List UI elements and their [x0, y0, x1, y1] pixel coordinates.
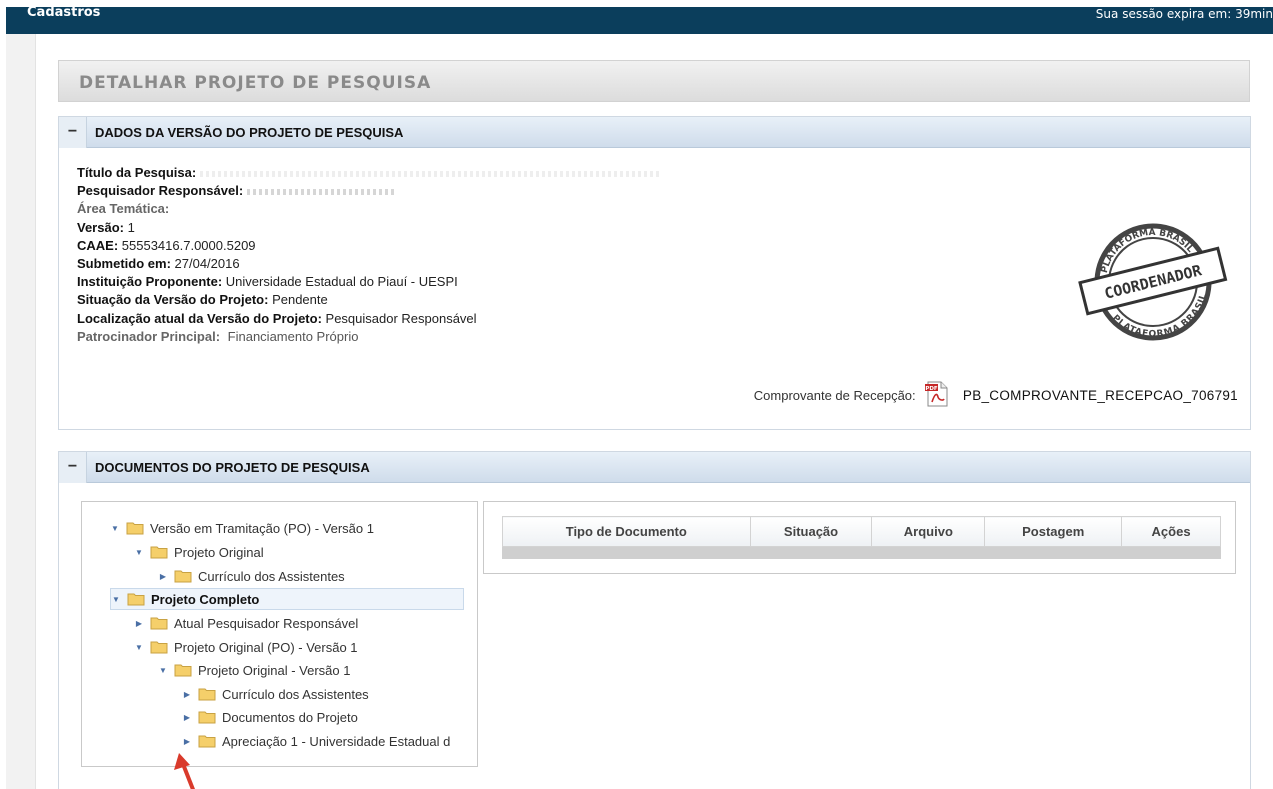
redacted-value	[200, 170, 661, 177]
localizacao-value: Pesquisador Responsável	[321, 310, 477, 326]
coordenador-stamp: PLATAFORMA BRASIL PLATAFORMA BRASIL COOR…	[1078, 218, 1228, 347]
column-header-postagem[interactable]: Postagem	[984, 516, 1123, 547]
column-header-acoes[interactable]: Ações	[1121, 516, 1221, 547]
tree-node-label: Documentos do Projeto	[222, 709, 358, 725]
instituicao-value: Universidade Estadual do Piauí - UESPI	[222, 274, 458, 290]
receipt-label: Comprovante de Recepção:	[753, 388, 916, 403]
tree-node-label: Projeto Original	[174, 544, 264, 560]
pesquisador-label: Pesquisador Responsável:	[77, 183, 244, 199]
table-header-row: Tipo de Documento Situação Arquivo Posta…	[502, 516, 1221, 547]
folder-icon	[174, 570, 192, 583]
project-documents-panel: − DOCUMENTOS DO PROJETO DE PESQUISA ▼ Ve…	[58, 451, 1251, 789]
table-footer-row	[502, 546, 1221, 559]
annotation-arrow-icon	[174, 753, 195, 789]
column-header-situacao[interactable]: Situação	[749, 516, 873, 547]
folder-icon	[174, 664, 192, 677]
versao-value: 1	[123, 219, 135, 235]
chevron-down-icon[interactable]: ▼	[111, 594, 121, 604]
tree-node[interactable]: ▼ Projeto Completo	[110, 588, 464, 610]
left-gutter	[6, 34, 36, 789]
column-header-tipo[interactable]: Tipo de Documento	[502, 516, 751, 547]
documents-table: Tipo de Documento Situação Arquivo Posta…	[502, 516, 1221, 559]
chevron-right-icon[interactable]: ▶	[182, 712, 192, 722]
chevron-down-icon[interactable]: ▼	[110, 523, 120, 533]
versao-label: Versão:	[77, 219, 124, 235]
tree-node[interactable]: ▼ Projeto Original (PO) - Versão 1	[134, 637, 358, 657]
top-bar: Cadastros Sua sessão expira em: 39min	[6, 5, 1273, 34]
receipt-row: Comprovante de Recepção: PDF PB_COMPROVA…	[754, 381, 1238, 410]
folder-icon	[150, 546, 168, 559]
chevron-down-icon[interactable]: ▼	[158, 665, 168, 675]
panel-title: DADOS DA VERSÃO DO PROJETO DE PESQUISA	[95, 125, 404, 140]
patrocinador-label: Patrocinador Principal:	[77, 328, 221, 344]
tree-node-label: Projeto Original (PO) - Versão 1	[174, 639, 358, 655]
folder-icon	[198, 711, 216, 724]
chevron-down-icon[interactable]: ▼	[134, 642, 144, 652]
folder-icon	[198, 688, 216, 701]
tree-node[interactable]: ▼ Versão em Tramitação (PO) - Versão 1	[110, 518, 374, 538]
localizacao-label: Localização atual da Versão do Projeto:	[77, 310, 322, 326]
chevron-right-icon[interactable]: ▶	[158, 571, 168, 581]
folder-icon	[126, 522, 144, 535]
instituicao-label: Instituição Proponente:	[77, 274, 223, 290]
documents-table-container: Tipo de Documento Situação Arquivo Posta…	[483, 501, 1236, 574]
caae-value: 55553416.7.0000.5209	[118, 237, 256, 253]
column-header-arquivo[interactable]: Arquivo	[871, 516, 986, 547]
project-version-panel: − DADOS DA VERSÃO DO PROJETO DE PESQUISA…	[58, 116, 1251, 430]
menu-cadastros[interactable]: Cadastros	[27, 5, 100, 20]
session-timer: Sua sessão expira em: 39min	[1095, 7, 1273, 21]
chevron-right-icon[interactable]: ▶	[182, 736, 192, 746]
panel-header: − DADOS DA VERSÃO DO PROJETO DE PESQUISA	[59, 117, 1250, 148]
situacao-value: Pendente	[268, 292, 328, 308]
receipt-file-link[interactable]: PB_COMPROVANTE_RECEPCAO_706791	[963, 388, 1238, 403]
tree-node[interactable]: ▶ Apreciação 1 - Universidade Estadual d	[182, 731, 450, 751]
tree-node-label: Projeto Completo	[151, 591, 260, 607]
folder-icon	[127, 593, 145, 606]
chevron-right-icon[interactable]: ▶	[134, 618, 144, 628]
submetido-value: 27/04/2016	[170, 256, 240, 272]
tree-node[interactable]: ▶ Currículo dos Assistentes	[158, 566, 345, 586]
tree-node-label: Atual Pesquisador Responsável	[174, 615, 359, 631]
documents-tree[interactable]: ▼ Versão em Tramitação (PO) - Versão 1 ▼…	[81, 501, 478, 767]
panel-title: DOCUMENTOS DO PROJETO DE PESQUISA	[95, 460, 370, 475]
caae-label: CAAE:	[77, 237, 119, 253]
submetido-label: Submetido em:	[77, 256, 171, 272]
folder-icon	[198, 735, 216, 748]
panel-header: − DOCUMENTOS DO PROJETO DE PESQUISA	[59, 452, 1250, 483]
area-label: Área Temática:	[77, 201, 170, 217]
page-title: DETALHAR PROJETO DE PESQUISA	[79, 73, 432, 93]
project-info: Título da Pesquisa: Pesquisador Responsá…	[77, 164, 661, 346]
tree-node[interactable]: ▶ Currículo dos Assistentes	[182, 684, 369, 704]
tree-node[interactable]: ▶ Documentos do Projeto	[182, 707, 358, 727]
titulo-label: Título da Pesquisa:	[77, 165, 197, 180]
tree-node-label: Currículo dos Assistentes	[222, 686, 369, 702]
svg-text:PDF: PDF	[926, 386, 939, 392]
page-header: DETALHAR PROJETO DE PESQUISA	[58, 60, 1250, 102]
collapse-toggle-button[interactable]: −	[59, 452, 87, 483]
tree-node[interactable]: ▶ Atual Pesquisador Responsável	[134, 613, 358, 633]
chevron-down-icon[interactable]: ▼	[134, 547, 144, 557]
tree-node-label: Apreciação 1 - Universidade Estadual d	[222, 733, 451, 749]
tree-node[interactable]: ▼ Projeto Original	[134, 542, 264, 562]
folder-icon	[150, 641, 168, 654]
redacted-value	[247, 188, 398, 195]
tree-node-label: Versão em Tramitação (PO) - Versão 1	[150, 520, 374, 536]
tree-node-label: Projeto Original - Versão 1	[198, 662, 351, 678]
situacao-label: Situação da Versão do Projeto:	[77, 292, 269, 308]
pdf-icon[interactable]: PDF	[925, 381, 949, 410]
chevron-right-icon[interactable]: ▶	[182, 689, 192, 699]
tree-node[interactable]: ▼ Projeto Original - Versão 1	[158, 660, 350, 680]
patrocinador-value: Financiamento Próprio	[224, 328, 359, 344]
tree-node-label: Currículo dos Assistentes	[198, 568, 345, 584]
collapse-toggle-button[interactable]: −	[59, 117, 87, 148]
folder-icon	[150, 617, 168, 630]
